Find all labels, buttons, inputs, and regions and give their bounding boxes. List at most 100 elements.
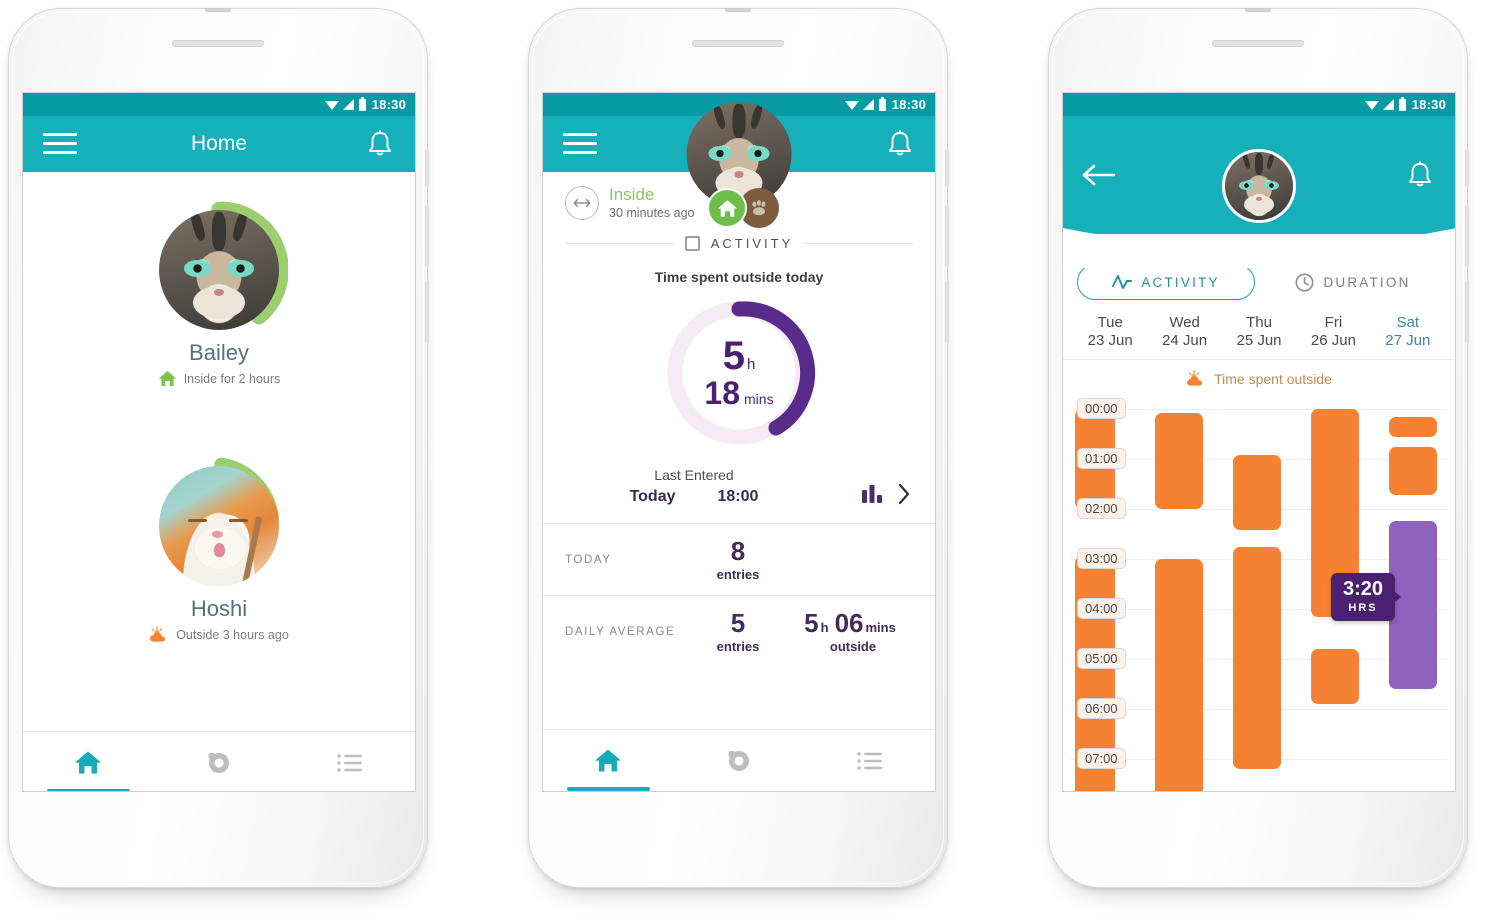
pet-status-text: Inside for 2 hours	[183, 371, 281, 386]
sidebar-item-device[interactable]	[674, 730, 805, 791]
stat-row-today: TODAY 8 entries	[543, 523, 935, 595]
notification-bell-icon[interactable]	[367, 130, 393, 158]
chart-time-label: 05:00	[1077, 648, 1126, 669]
side-button-volume-down	[425, 281, 429, 343]
notification-bell-icon[interactable]	[1407, 161, 1433, 189]
side-button-mute	[1465, 149, 1469, 187]
sun-cloud-icon	[1187, 370, 1203, 386]
cat-tabby-avatar[interactable]	[1222, 149, 1296, 223]
phone1-screen: 18:30 Home Bailey Inside for 2 hours Hos…	[22, 92, 416, 792]
stat-entries-unit: entries	[716, 638, 760, 654]
stat-label: TODAY	[565, 553, 612, 566]
phone-top-notch	[205, 8, 231, 13]
date-column-fri[interactable]: Fri 26 Jun	[1296, 314, 1370, 349]
phone-device-2: 18:30 Inside 30 minutes ago ACTIVITY Tim…	[528, 8, 949, 888]
left-right-arrow-icon[interactable]	[565, 186, 599, 220]
chart-column-wed[interactable]	[1155, 395, 1203, 791]
pet-card-bailey[interactable]: Bailey Inside for 2 hours	[23, 201, 415, 387]
last-entered-time: 18:00	[717, 488, 759, 505]
tab-duration[interactable]: DURATION	[1265, 264, 1441, 300]
chart-column-thu[interactable]	[1233, 395, 1281, 791]
status-bar-time: 18:30	[891, 97, 926, 112]
sidebar-item-home[interactable]	[23, 732, 154, 791]
cat-ginger-avatar	[159, 466, 279, 586]
activity-pulse-icon	[1112, 275, 1133, 289]
pet-status-text: Outside 3 hours ago	[176, 627, 289, 642]
status-bar-time: 18:30	[371, 97, 406, 112]
phone1-content: Bailey Inside for 2 hours Hoshi Outside …	[23, 172, 415, 791]
back-arrow-icon[interactable]	[1081, 162, 1117, 188]
chart-time-label: 04:00	[1077, 598, 1126, 619]
donut-minutes: 18	[704, 375, 741, 411]
chart-time-label: 06:00	[1077, 698, 1126, 719]
house-icon	[158, 371, 177, 386]
chart-bar	[1233, 455, 1281, 530]
stat-duration-hours: 5	[804, 607, 819, 638]
day-name: Wed	[1169, 314, 1200, 331]
header-curve	[1063, 228, 1455, 268]
chart-time-label: 03:00	[1077, 548, 1126, 569]
signal-icon	[1382, 99, 1394, 110]
side-button-mute	[425, 149, 429, 187]
sidebar-item-list[interactable]	[284, 732, 415, 791]
chart-time-label: 07:00	[1077, 748, 1126, 769]
section-label: ACTIVITY	[710, 236, 794, 251]
date-column-sat[interactable]: Sat 27 Jun	[1371, 314, 1445, 349]
chart-legend: Time spent outside	[1063, 359, 1455, 395]
stat-entries-number: 8	[730, 535, 746, 566]
phone2-screen: 18:30 Inside 30 minutes ago ACTIVITY Tim…	[542, 92, 936, 792]
stat-row-daily-average: DAILY AVERAGE 5 entries 5 h 06 mins outs…	[543, 595, 935, 667]
chart-legend-label: Time spent outside	[1214, 370, 1332, 387]
house-icon[interactable]	[707, 188, 747, 228]
phone3-app-bar	[1063, 116, 1455, 268]
tab-activity[interactable]: ACTIVITY	[1077, 264, 1255, 300]
sidebar-item-list[interactable]	[804, 730, 935, 791]
date-column-wed[interactable]: Wed 24 Jun	[1147, 314, 1221, 349]
hamburger-menu-icon[interactable]	[563, 133, 597, 155]
day-name: Sat	[1396, 314, 1420, 331]
clock-icon	[1295, 273, 1314, 291]
notification-bell-icon[interactable]	[887, 130, 913, 158]
sidebar-item-device[interactable]	[154, 732, 285, 791]
chart-tooltip-value: 3:20	[1343, 578, 1384, 600]
pet-card-hoshi[interactable]: Hoshi Outside 3 hours ago	[23, 457, 415, 643]
bar-chart-icon	[862, 485, 882, 503]
date-column-tue[interactable]: Tue 23 Jun	[1073, 314, 1147, 349]
pet-status: Inside for 2 hours	[23, 370, 415, 387]
presence-text: Inside 30 minutes ago	[609, 186, 694, 220]
home-icon	[595, 749, 622, 772]
side-button-volume-down	[1465, 281, 1469, 343]
day-name: Thu	[1246, 314, 1272, 331]
chart-tooltip: 3:20 HRS	[1331, 573, 1402, 621]
pet-name: Bailey	[189, 340, 249, 365]
stat-duration-hours-unit: h	[820, 619, 829, 635]
home-icon	[75, 751, 102, 774]
status-bar-time: 18:30	[1411, 97, 1446, 112]
sidebar-item-home[interactable]	[543, 730, 674, 791]
stat-label: DAILY AVERAGE	[565, 625, 676, 638]
activity-square-icon	[684, 236, 700, 251]
chart-time-label: 01:00	[1077, 448, 1126, 469]
bottom-navigation	[543, 729, 935, 791]
day-name: Tue	[1097, 314, 1123, 331]
day-date: 27 Jun	[1385, 332, 1431, 349]
wifi-icon	[844, 100, 859, 110]
phone3-screen: 18:30 ACTIVITY DURATION Tue 23 Jun Wed 2…	[1062, 92, 1456, 792]
chart-bar	[1155, 559, 1203, 791]
pet-name: Hoshi	[190, 596, 248, 621]
screenshot-stage: 18:30 Home Bailey Inside for 2 hours Hos…	[0, 0, 1500, 922]
status-bar: 18:30	[1063, 93, 1455, 116]
activity-chart[interactable]: 3:20 HRS 00:00 01:00 02:00 03:00 04:00 0…	[1071, 395, 1447, 791]
signal-icon	[862, 99, 874, 110]
list-icon	[336, 753, 362, 772]
chart-bar	[1311, 649, 1359, 704]
view-chart-button[interactable]	[861, 483, 911, 505]
stat-duration-minutes-unit: mins	[865, 619, 896, 635]
side-button-volume-down	[945, 281, 949, 343]
phone-top-notch	[1245, 8, 1271, 13]
date-column-thu[interactable]: Thu 25 Jun	[1222, 314, 1296, 349]
bottom-navigation	[23, 731, 415, 791]
donut-chart: 5 h 18 mins	[659, 293, 819, 453]
sun-cloud-icon	[150, 626, 166, 642]
date-selector: Tue 23 Jun Wed 24 Jun Thu 25 Jun Fri 26 …	[1063, 300, 1455, 359]
